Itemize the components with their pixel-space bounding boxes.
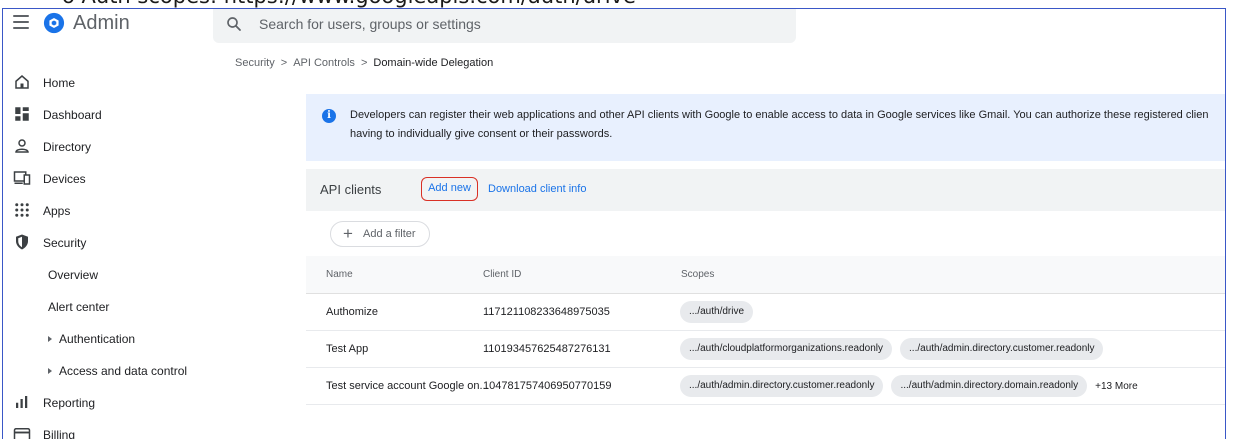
document-header-text: o Auth scopes: https://www.googleapis.co… [62, 0, 636, 8]
table-row[interactable]: Authomize 117121108233648975035 .../auth… [306, 294, 1225, 331]
sidebar-item-label: Dashboard [43, 108, 102, 122]
sidebar-item-label: Billing [43, 428, 76, 439]
api-clients-title: API clients [320, 182, 382, 197]
caret-right-icon[interactable] [48, 368, 52, 374]
sidebar-item-label: Security [43, 236, 87, 250]
scopes-cell: .../auth/admin.directory.customer.readon… [680, 375, 1138, 397]
sidebar-item-authentication[interactable]: Authentication [3, 327, 208, 351]
sidebar-item-label: Overview [48, 268, 99, 282]
add-new-button[interactable]: Add new [421, 177, 478, 201]
sidebar-item-label: Home [43, 76, 76, 90]
sidebar-item-alert-center[interactable]: Alert center [3, 295, 208, 319]
sidebar-item-label: Authentication [59, 332, 136, 346]
top-bar: Admin Search for users, groups or settin… [3, 9, 1225, 43]
sidebar-item-reporting[interactable]: Reporting [3, 391, 208, 415]
scope-chip[interactable]: .../auth/drive [680, 301, 754, 323]
apps-grid-icon [15, 203, 29, 217]
filter-bar: + Add a filter [306, 211, 1225, 256]
api-clients-header: API clients Add new Download client info [306, 169, 1225, 211]
add-filter-button[interactable]: + Add a filter [330, 221, 430, 247]
banner-line-1: Developers can register their web applic… [350, 109, 1209, 121]
scope-chip[interactable]: .../auth/admin.directory.domain.readonly [891, 375, 1088, 397]
column-header-client-id[interactable]: Client ID [483, 269, 521, 280]
banner-text: Developers can register their web applic… [350, 106, 1225, 144]
sidebar-item-home[interactable]: Home [3, 71, 208, 95]
breadcrumb: Security > API Controls > Domain-wide Delega… [235, 57, 493, 69]
client-id: 110193457625487276131 [483, 343, 611, 355]
breadcrumb-separator: > [360, 57, 368, 69]
document-header-strip: o Auth scopes: https://www.googleapis.co… [0, 0, 1234, 8]
client-id: 104781757406950770159 [483, 380, 612, 392]
search-bar[interactable]: Search for users, groups or settings [213, 9, 796, 43]
info-icon: i [322, 109, 336, 123]
sidebar-item-label: Access and data control [59, 364, 188, 378]
sidebar-item-security[interactable]: Security [3, 231, 208, 255]
scopes-cell: .../auth/cloudplatformorganizations.read… [680, 338, 1111, 360]
table-row[interactable]: Test App 110193457625487276131 .../auth/… [306, 331, 1225, 368]
sidebar-item-directory[interactable]: Directory [3, 135, 208, 159]
plus-icon: + [343, 224, 353, 243]
api-clients-card: API clients Add new Download client info… [306, 169, 1225, 439]
scope-chip[interactable]: .../auth/cloudplatformorganizations.read… [680, 338, 893, 360]
sidebar-item-access-and-data-control[interactable]: Access and data control [3, 359, 208, 383]
more-scopes-link[interactable]: +13 More [1095, 381, 1138, 392]
scope-chip[interactable]: .../auth/admin.directory.customer.readon… [680, 375, 884, 397]
search-input[interactable]: Search for users, groups or settings [259, 16, 481, 32]
banner-line-2: having to individually give consent or t… [350, 128, 613, 140]
column-header-scopes[interactable]: Scopes [681, 269, 714, 280]
admin-console-window: Admin Search for users, groups or settin… [2, 8, 1226, 439]
breadcrumb-current: Domain-wide Delegation [373, 57, 494, 69]
client-name: Test service account Google on... [326, 380, 489, 392]
sidebar-item-label: Directory [43, 140, 92, 154]
admin-logo-icon[interactable] [43, 12, 65, 34]
bar-chart-icon [16, 396, 28, 408]
sidebar-item-label: Apps [43, 204, 71, 218]
hamburger-menu-icon[interactable] [13, 15, 29, 29]
sidebar-item-billing[interactable]: Billing [3, 423, 208, 439]
sidebar-item-label: Alert center [48, 300, 110, 314]
breadcrumb-api-controls[interactable]: API Controls [293, 57, 355, 69]
dashboard-icon [15, 107, 29, 121]
caret-right-icon[interactable] [48, 336, 52, 342]
breadcrumb-separator: > [280, 57, 288, 69]
sidebar-item-apps[interactable]: Apps [3, 199, 208, 223]
shield-icon [16, 234, 28, 250]
person-icon [15, 139, 29, 153]
home-icon [15, 75, 29, 89]
table-header: Name Client ID Scopes [306, 256, 1225, 294]
devices-icon [13, 171, 31, 185]
sidebar-item-devices[interactable]: Devices [3, 167, 208, 191]
add-filter-label: Add a filter [363, 228, 416, 240]
breadcrumb-security[interactable]: Security [235, 57, 275, 69]
billing-icon [13, 428, 31, 439]
app-name[interactable]: Admin [73, 12, 130, 35]
sidebar-item-overview[interactable]: Overview [3, 263, 208, 287]
client-name: Authomize [326, 306, 378, 318]
column-header-name[interactable]: Name [326, 269, 353, 280]
scope-chip[interactable]: .../auth/admin.directory.customer.readon… [900, 338, 1104, 360]
search-icon [227, 17, 241, 31]
client-name: Test App [326, 343, 369, 355]
table-row[interactable]: Test service account Google on... 104781… [306, 368, 1225, 405]
sidebar-item-dashboard[interactable]: Dashboard [3, 103, 208, 127]
sidebar-item-label: Reporting [43, 396, 96, 410]
download-client-info-link[interactable]: Download client info [488, 183, 586, 195]
scopes-cell: .../auth/drive [680, 301, 761, 323]
sidebar-item-label: Devices [43, 172, 86, 186]
info-banner: i Developers can register their web appl… [306, 94, 1225, 161]
client-id: 117121108233648975035 [483, 306, 610, 318]
